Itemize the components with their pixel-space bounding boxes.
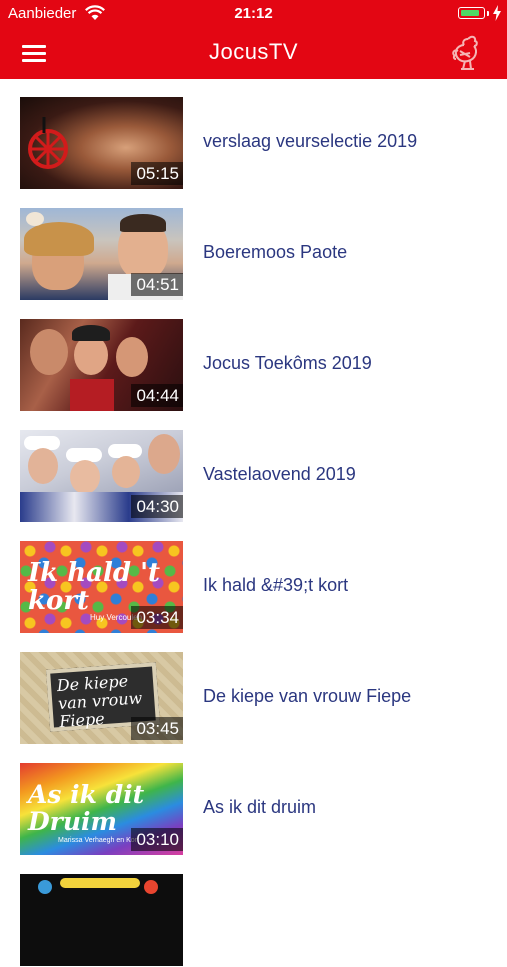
child-face — [74, 335, 108, 375]
page-title: JocusTV — [208, 39, 299, 64]
child-face — [28, 448, 58, 484]
hair — [120, 214, 166, 232]
video-title: verslaag veurselectie 2019 — [203, 131, 418, 151]
video-duration: 04:44 — [131, 384, 183, 407]
video-list-item[interactable]: Ik hald 't kort Huy Vercoulen 03:34 Ik h… — [0, 523, 507, 634]
video-duration: 03:34 — [131, 606, 183, 629]
video-title: Boeremoos Paote — [203, 242, 348, 262]
battery-icon — [458, 7, 485, 19]
video-list-item[interactable]: 04:30 Vastelaovend 2019 — [0, 412, 507, 523]
video-thumbnail — [20, 874, 183, 966]
video-list-item[interactable]: 04:44 Jocus Toekôms 2019 — [0, 301, 507, 412]
child-face — [112, 456, 140, 488]
video-list-item[interactable]: 04:51 Boeremoos Paote — [0, 190, 507, 301]
video-title: De kiepe van vrouw Fiepe — [203, 686, 412, 706]
video-duration: 04:51 — [131, 273, 183, 296]
video-duration: 04:30 — [131, 495, 183, 518]
child-face — [30, 329, 68, 375]
video-thumbnail: De kiepe van vrouw Fiepe 03:45 — [20, 652, 183, 744]
battery-level — [460, 9, 480, 16]
video-duration: 05:15 — [131, 162, 183, 185]
video-list-item[interactable]: De kiepe van vrouw Fiepe 03:45 De kiepe … — [0, 634, 507, 745]
rooster-emblem-icon — [28, 117, 68, 169]
video-thumbnail: 04:30 — [20, 430, 183, 522]
video-title: Vastelaovend 2019 — [203, 464, 356, 484]
video-thumbnail: 05:15 — [20, 97, 183, 189]
costume — [70, 379, 114, 411]
status-bar: Aanbieder 21:12 — [0, 0, 507, 28]
video-title: Ik hald &#39;t kort — [203, 575, 349, 595]
video-thumbnail: As ik dit Druim Marissa Verhaegh en Kort… — [20, 763, 183, 855]
rooster-logo-icon[interactable] — [448, 33, 484, 73]
thumbnail-text: As ik dit Druim — [28, 780, 145, 836]
navigation-bar: JocusTV — [0, 28, 507, 79]
hair — [24, 222, 94, 256]
status-time: 21:12 — [234, 5, 273, 22]
header-bar: Aanbieder 21:12 JocusTV — [0, 0, 507, 79]
video-list-item[interactable]: As ik dit Druim Marissa Verhaegh en Kort… — [0, 745, 507, 856]
hat — [72, 325, 110, 341]
video-list-item[interactable] — [0, 856, 507, 967]
thumbnail-credit: Marissa Verhaegh en Kort — [58, 837, 139, 844]
thumbnail-graphic — [144, 880, 158, 894]
video-list-item[interactable]: 05:15 verslaag veurselectie 2019 — [0, 79, 507, 190]
adult-face — [148, 434, 180, 474]
child-face — [70, 460, 100, 494]
battery-tip — [487, 11, 489, 16]
video-thumbnail: 04:51 — [20, 208, 183, 300]
video-thumbnail: 04:44 — [20, 319, 183, 411]
video-duration: 03:45 — [131, 717, 183, 740]
child-face — [116, 337, 148, 377]
video-duration: 03:10 — [131, 828, 183, 851]
video-title: Jocus Toekôms 2019 — [203, 353, 372, 373]
video-title: As ik dit druim — [203, 797, 317, 817]
video-thumbnail: Ik hald 't kort Huy Vercoulen 03:34 — [20, 541, 183, 633]
thumbnail-graphic — [38, 880, 52, 894]
charging-icon — [493, 5, 501, 21]
station-logo-icon — [26, 212, 44, 226]
thumbnail-graphic — [60, 878, 140, 888]
